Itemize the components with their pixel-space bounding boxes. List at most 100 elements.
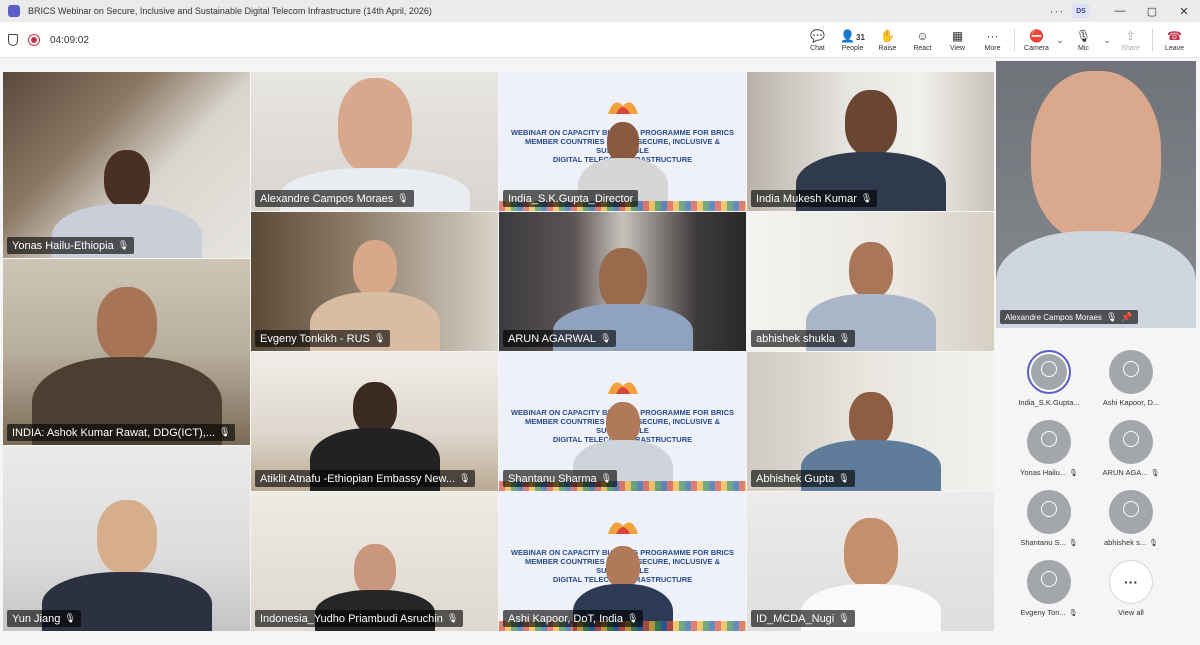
participant-name-label: Shantanu Sharma 🎙 [503,470,618,487]
mic-icon: 🎙 [860,193,873,203]
mic-icon: 🎙 [600,473,613,483]
video-tile[interactable]: WEBINAR ON CAPACITY BUILDING PROGRAMME F… [499,492,746,631]
brics-logo [607,102,638,114]
roster-participant[interactable]: India_S.K.Gupta... [1014,350,1084,407]
people-button[interactable]: 👤31 People [835,22,870,58]
mic-icon: 🎙 [838,333,851,343]
grid-icon: ▦ [951,28,964,43]
toolbar-divider [1152,29,1153,51]
participant-name-label: INDIA: Ashok Kumar Rawat, DDG(ICT),... 🎙 [7,424,236,441]
hand-icon: ✋ [880,28,895,43]
meeting-toolbar: 04:09:02 💬 Chat 👤31 People ✋ Raise ☺ Rea… [0,22,1200,58]
view-all-button[interactable]: ··· View all [1096,560,1166,617]
avatar [1027,490,1071,534]
participant-name-label: Alexandre Campos Moraes 🎙 📌 [1000,310,1138,324]
video-tile[interactable]: India Mukesh Kumar 🎙 [747,72,994,211]
mic-muted-icon: 🎙 [1068,609,1078,617]
mic-muted-icon: 🎙 [1068,539,1078,547]
avatar [1027,350,1071,394]
mic-options-chevron-icon[interactable]: ⌄ [1101,22,1113,58]
pinned-video[interactable]: Alexandre Campos Moraes 🎙 📌 [996,61,1196,328]
hang-up-icon: ☎ [1167,28,1182,43]
camera-off-icon: ⛔ [1029,28,1044,43]
video-tile[interactable]: INDIA: Ashok Kumar Rawat, DDG(ICT),... 🎙 [3,259,250,445]
participant-name-label: Evgeny Tonkikh - RUS 🎙 [255,330,391,347]
mic-icon: 🎙 [459,473,471,483]
avatar [1109,420,1153,464]
pin-icon: 📌 [1121,311,1133,322]
people-icon: 👤31 [840,28,865,43]
chat-button[interactable]: 💬 Chat [800,22,835,58]
mic-icon: 🎙 [397,193,409,203]
camera-button[interactable]: ⛔ Camera [1019,22,1054,58]
view-button[interactable]: ▦ View [940,22,975,58]
window-title: BRICS Webinar on Secure, Inclusive and S… [28,6,432,16]
mic-icon: 🎙 [64,613,76,623]
mic-button[interactable]: 🎙 Mic [1066,22,1101,58]
share-icon: ⇪ [1125,28,1136,43]
roster-participant[interactable]: abhishek s... 🎙 [1096,490,1166,547]
mic-muted-icon: 🎙 [1149,539,1158,547]
participant-name-label: Yonas Hailu-Ethiopia 🎙 [7,237,135,254]
mic-icon: 🎙 [117,240,130,250]
avatar [1027,560,1071,604]
video-tile[interactable]: abhishek shukla 🎙 [747,212,994,351]
participant-name-label: ARUN AGARWAL 🎙 [503,330,617,347]
title-bar: BRICS Webinar on Secure, Inclusive and S… [0,0,1200,22]
mic-icon: 🎙 [373,333,386,343]
close-window-button[interactable]: ✕ [1168,0,1200,22]
participant-name-label: abhishek shukla 🎙 [751,330,856,347]
roster-participant[interactable]: Evgeny Ton... 🎙 [1014,560,1084,617]
camera-options-chevron-icon[interactable]: ⌄ [1054,22,1066,58]
roster-participant[interactable]: Shantanu S... 🎙 [1014,490,1084,547]
chat-icon: 💬 [810,28,825,43]
teams-app-icon [8,5,20,17]
participant-name-label: India Mukesh Kumar 🎙 [751,190,878,207]
maximize-button[interactable]: ▢ [1136,0,1168,22]
more-icon: ··· [1109,560,1153,604]
mic-muted-icon: 🎙 [1075,28,1092,43]
minimize-button[interactable]: — [1104,0,1136,22]
smiley-icon: ☺ [916,28,929,43]
video-tile[interactable]: Yonas Hailu-Ethiopia 🎙 [3,72,250,258]
participant-name-label: ID_MCDA_Nugi 🎙 [751,610,855,627]
roster-participant[interactable]: Ashi Kapoor, D... [1096,350,1166,407]
video-tile[interactable]: Atiklit Atnafu -Ethiopian Embassy New...… [251,352,498,491]
participant-name-label: Atiklit Atnafu -Ethiopian Embassy New...… [255,470,476,487]
avatar [1109,350,1153,394]
raise-hand-button[interactable]: ✋ Raise [870,22,905,58]
shield-icon[interactable] [8,34,18,46]
mic-icon: 🎙 [626,613,639,623]
user-avatar[interactable]: DS [1072,4,1090,18]
participant-name-label: India_S.K.Gupta_Director [503,190,639,207]
video-tile[interactable]: Indonesia_Yudho Priambudi Asruchin 🎙 [251,492,498,631]
leave-button[interactable]: ☎ Leave [1157,22,1192,58]
video-tile[interactable]: Abhishek Gupta 🎙 [747,352,994,491]
mic-muted-icon: 🎙 [1150,469,1160,477]
avatar [1027,420,1071,464]
more-button[interactable]: ··· More [975,22,1010,58]
recording-icon [28,34,40,46]
video-tile[interactable]: ARUN AGARWAL 🎙 [499,212,746,351]
brics-logo [607,522,638,534]
roster-participant[interactable]: Yonas Hailu... 🎙 [1014,420,1084,477]
roster-participant[interactable]: ARUN AGA... 🎙 [1096,420,1166,477]
video-tile[interactable]: Alexandre Campos Moraes 🎙 [251,72,498,211]
video-tile[interactable]: WEBINAR ON CAPACITY BUILDING PROGRAMME F… [499,72,746,211]
react-button[interactable]: ☺ React [905,22,940,58]
brics-logo [607,382,638,394]
participant-name-label: Alexandre Campos Moraes 🎙 [255,190,414,207]
video-tile[interactable]: WEBINAR ON CAPACITY BUILDING PROGRAMME F… [499,352,746,491]
participant-name-label: Indonesia_Yudho Priambudi Asruchin 🎙 [255,610,464,627]
mic-muted-icon: 🎙 [1069,469,1078,477]
toolbar-divider [1014,29,1015,51]
video-tile[interactable]: ID_MCDA_Nugi 🎙 [747,492,994,631]
ellipsis-icon[interactable]: ··· [1042,4,1072,18]
mic-icon: 🎙 [218,427,231,437]
video-tile[interactable]: Evgeny Tonkikh - RUS 🎙 [251,212,498,351]
participant-name-label: Abhishek Gupta 🎙 [751,470,855,487]
share-button[interactable]: ⇪ Share [1113,22,1148,58]
mic-icon: 🎙 [838,613,850,623]
mic-icon: 🎙 [446,613,459,623]
video-tile[interactable]: Yun Jiang 🎙 [3,446,250,631]
